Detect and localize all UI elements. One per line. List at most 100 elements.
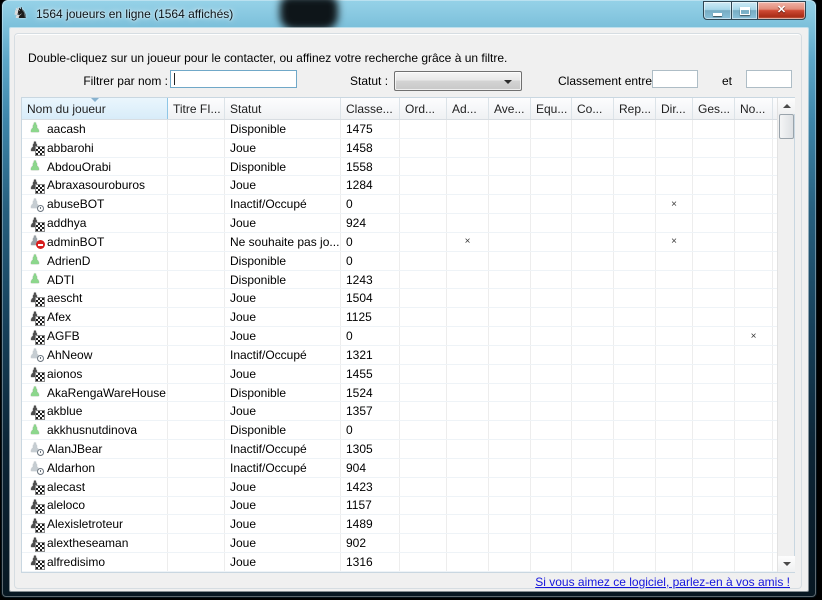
chessboard-badge-icon — [36, 561, 44, 569]
player-rating: 1489 — [346, 517, 373, 531]
text-caret — [174, 73, 175, 85]
player-status: Joue — [230, 517, 256, 531]
column-header-ave[interactable]: Ave... — [489, 98, 531, 119]
table-row[interactable]: ♟adminBOTNe souhaite pas jo...0×× — [22, 233, 794, 252]
pawn-available-icon: ♟ — [27, 121, 43, 136]
table-row[interactable]: ♟akblueJoue1357 — [22, 402, 794, 421]
chessboard-badge-icon — [36, 411, 44, 419]
player-status: Inactif/Occupé — [230, 442, 307, 456]
title-bar[interactable]: ♞ 1564 joueurs en ligne (1564 affichés) — [2, 0, 816, 28]
table-row[interactable]: ♟AdrienDDisponible0 — [22, 252, 794, 271]
table-header: Nom du joueurTitre FI...Statut Classe... O… — [22, 98, 794, 120]
status-dropdown[interactable] — [394, 71, 522, 91]
player-status: Joue — [230, 216, 256, 230]
column-header-name[interactable]: Nom du joueur — [22, 98, 168, 119]
player-name: alextheseaman — [47, 536, 128, 550]
chessboard-badge-icon — [36, 147, 44, 155]
player-rating: 0 — [346, 197, 353, 211]
table-row[interactable]: ♟AGFBJoue0× — [22, 327, 794, 346]
close-button[interactable]: ✕ — [757, 1, 806, 20]
column-header-no[interactable]: No... — [735, 98, 773, 119]
and-label: et — [722, 74, 732, 88]
column-header-label: Co... — [577, 102, 602, 116]
arrow-up-icon — [783, 104, 791, 108]
maximize-button[interactable] — [731, 1, 758, 20]
table-row[interactable]: ♟AkaRengaWareHouseDisponible1524 — [22, 384, 794, 403]
player-rating: 1125 — [346, 310, 372, 324]
table-row[interactable]: ♟AhNeowInactif/Occupé1321 — [22, 346, 794, 365]
chessboard-badge-icon — [36, 317, 44, 325]
client-area: Double-cliquez sur un joueur pour le con… — [10, 28, 808, 591]
ranking-max-input[interactable] — [746, 70, 792, 88]
player-rating: 1455 — [346, 367, 373, 381]
table-row[interactable]: ♟aionosJoue1455 — [22, 365, 794, 384]
table-row[interactable]: ♟akkhusnutdinovaDisponible0 — [22, 421, 794, 440]
table-row[interactable]: ♟ADTIDisponible1243 — [22, 271, 794, 290]
column-header-classe[interactable]: Classe... — [341, 98, 400, 119]
close-icon: ✕ — [777, 2, 786, 19]
column-header-label: Dir... — [661, 102, 686, 116]
pawn-playing-icon: ♟ — [27, 404, 43, 419]
table-row[interactable]: ♟addhyaJoue924 — [22, 214, 794, 233]
table-row[interactable]: ♟AbraxasouroburosJoue1284 — [22, 176, 794, 195]
column-header-ad[interactable]: Ad... — [447, 98, 489, 119]
filter-name-input[interactable] — [170, 70, 297, 88]
player-name: Aldarhon — [47, 461, 95, 475]
column-header-label: Equ... — [536, 102, 567, 116]
table-row[interactable]: ♟aeschtJoue1504 — [22, 289, 794, 308]
table-row[interactable]: ♟AfexJoue1125 — [22, 308, 794, 327]
share-link[interactable]: Si vous aimez ce logiciel, parlez-en à v… — [535, 575, 790, 589]
column-header-co[interactable]: Co... — [572, 98, 614, 119]
pawn-playing-icon: ♟ — [27, 216, 43, 231]
table-row[interactable]: ♟AlanJBearInactif/Occupé1305 — [22, 440, 794, 459]
vertical-scrollbar[interactable] — [777, 98, 794, 572]
table-row[interactable]: ♟abuseBOTInactif/Occupé0× — [22, 195, 794, 214]
player-status: Joue — [230, 555, 256, 569]
pawn-playing-icon: ♟ — [27, 366, 43, 381]
column-header-statut[interactable]: Statut — [225, 98, 341, 119]
table-row[interactable]: ♟alextheseamanJoue902 — [22, 534, 794, 553]
table-row[interactable]: ♟alfredisimoJoue1316 — [22, 553, 794, 572]
player-rating: 1305 — [346, 442, 373, 456]
column-header-label: Classe... — [346, 102, 393, 116]
player-rating: 1504 — [346, 291, 373, 305]
table-row[interactable]: ♟AldarhonInactif/Occupé904 — [22, 459, 794, 478]
table-row[interactable]: ♟alelocoJoue1157 — [22, 497, 794, 516]
column-header-ord[interactable]: Ord... — [400, 98, 447, 119]
player-name: AdrienD — [47, 254, 90, 268]
player-name: AlanJBear — [47, 442, 102, 456]
column-header-equ[interactable]: Equ... — [531, 98, 572, 119]
scrollbar-thumb[interactable] — [779, 114, 794, 139]
table-row[interactable]: ♟aacashDisponible1475 — [22, 120, 794, 139]
ranking-max-field-wrap — [746, 70, 792, 88]
column-header-rep[interactable]: Rep... — [614, 98, 656, 119]
player-rating: 1157 — [346, 498, 372, 512]
player-name: aacash — [47, 122, 86, 136]
chessboard-badge-icon — [36, 185, 44, 193]
table-row[interactable]: ♟alecastJoue1423 — [22, 478, 794, 497]
pawn-playing-icon: ♟ — [27, 554, 43, 569]
player-name: Alexisletroteur — [47, 517, 123, 531]
column-header-label: Ad... — [452, 102, 477, 116]
clock-badge-icon — [37, 449, 44, 456]
column-header-dir[interactable]: Dir... — [656, 98, 693, 119]
chessboard-badge-icon — [36, 543, 44, 551]
table-row[interactable]: ♟AlexisletroteurJoue1489 — [22, 515, 794, 534]
player-name: abuseBOT — [47, 197, 104, 211]
scroll-up-button[interactable] — [778, 98, 795, 114]
player-name: akkhusnutdinova — [47, 423, 137, 437]
chessboard-badge-icon — [36, 373, 44, 381]
column-header-ges[interactable]: Ges... — [693, 98, 735, 119]
desktop-background: { "window": { "title": "1564 joueurs en … — [0, 0, 822, 600]
x-mark: × — [751, 331, 757, 342]
player-rating: 1458 — [346, 141, 373, 155]
ranking-min-input[interactable] — [652, 70, 698, 88]
table-row[interactable]: ♟abbarohiJoue1458 — [22, 139, 794, 158]
pawn-playing-icon: ♟ — [27, 140, 43, 155]
column-header-titre[interactable]: Titre FI... — [168, 98, 225, 119]
column-header-label: Ges... — [698, 102, 730, 116]
minimize-button[interactable] — [703, 1, 732, 20]
pawn-playing-icon: ♟ — [27, 479, 43, 494]
table-row[interactable]: ♟AbdouOrabiDisponible1558 — [22, 158, 794, 177]
scroll-down-button[interactable] — [778, 556, 795, 572]
